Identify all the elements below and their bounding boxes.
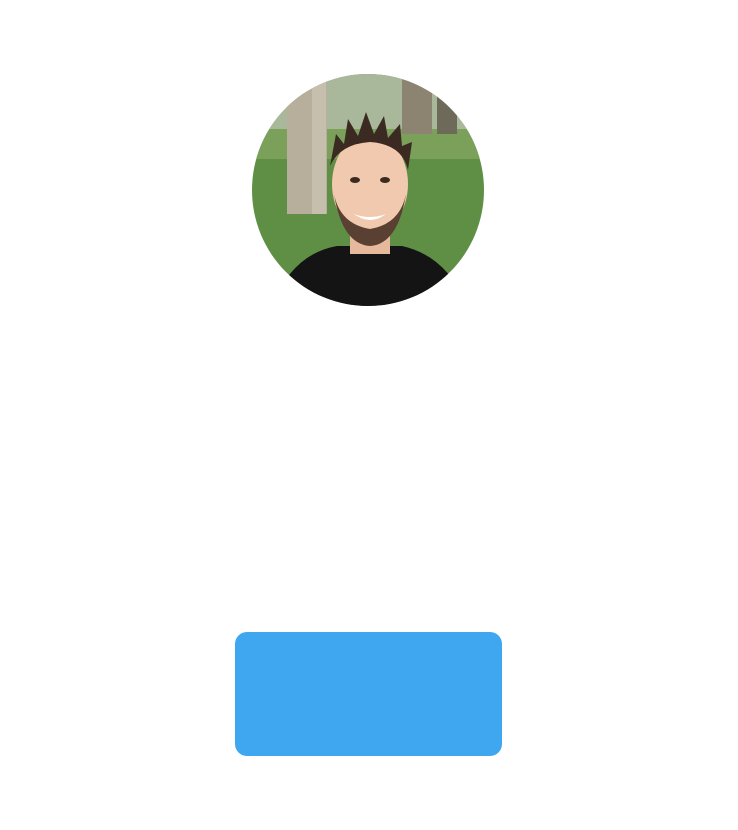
avatar (252, 74, 484, 306)
profile-screen (0, 0, 738, 830)
profile-name (0, 340, 738, 374)
avatar-photo (252, 74, 484, 306)
primary-action-button[interactable] (235, 632, 502, 756)
